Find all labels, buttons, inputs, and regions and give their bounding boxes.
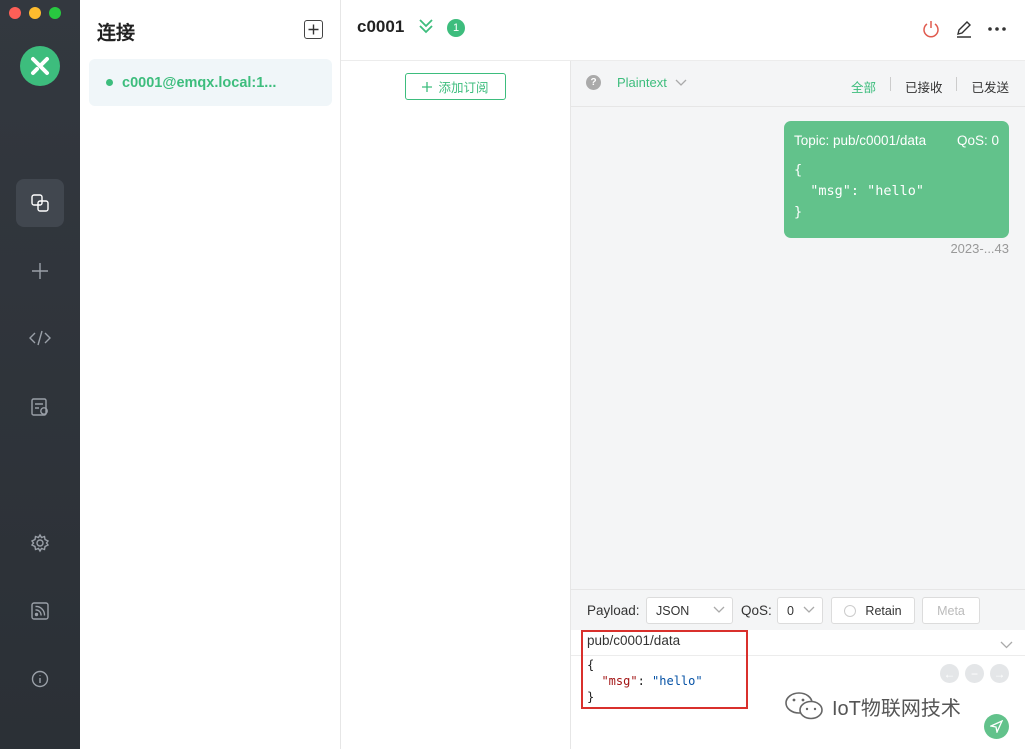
minus-icon[interactable]: − <box>965 664 984 683</box>
wechat-icon <box>785 692 823 720</box>
filter-all[interactable]: 全部 <box>837 77 876 96</box>
message-timestamp: 2023-...43 <box>950 241 1009 256</box>
connections-panel: 连接 c0001@emqx.local:1... <box>80 0 341 749</box>
highlight-annotation-box <box>581 630 748 709</box>
chevron-down-icon <box>675 79 686 86</box>
arrow-right-icon[interactable]: → <box>990 664 1009 683</box>
filter-received[interactable]: 已接收 <box>891 77 943 96</box>
help-icon[interactable]: ? <box>586 75 601 90</box>
payload-label: Payload: <box>587 603 640 618</box>
info-icon[interactable] <box>16 655 64 703</box>
code-icon[interactable] <box>16 314 64 362</box>
qos-value: 0 <box>787 603 794 618</box>
rss-icon[interactable] <box>16 587 64 635</box>
edit-pencil-icon[interactable] <box>954 19 974 44</box>
minimize-window-button[interactable] <box>29 7 41 19</box>
qos-label: QoS: <box>741 603 772 618</box>
messages-panel: ? Plaintext 全部 已接收 已发送 Topic: pub/c0001/… <box>571 61 1025 589</box>
add-subscription-button[interactable]: 添加订阅 <box>405 73 506 100</box>
meta-button[interactable]: Meta <box>922 597 980 624</box>
publish-options-bar: Payload: JSON QoS: 0 Retain Meta <box>571 590 1025 630</box>
watermark-text: IoT物联网技术 <box>832 697 961 720</box>
messages-toolbar: ? Plaintext 全部 已接收 已发送 <box>571 61 1025 107</box>
gear-icon[interactable] <box>16 519 64 567</box>
message-qos: QoS: 0 <box>956 133 999 148</box>
connections-title: 连接 <box>97 23 136 44</box>
more-options-icon[interactable] <box>987 19 1007 44</box>
radio-icon <box>844 604 857 617</box>
chevron-down-icon <box>713 606 725 613</box>
payload-format-value: Plaintext <box>617 75 667 90</box>
subscription-count-badge: 1 <box>447 19 465 37</box>
disconnect-power-icon[interactable] <box>921 19 941 44</box>
send-icon <box>990 720 1003 733</box>
app-sidebar <box>0 0 80 749</box>
close-window-button[interactable] <box>9 7 21 19</box>
zoom-window-button[interactable] <box>49 7 61 19</box>
plus-icon <box>308 24 319 35</box>
plus-icon <box>422 81 433 92</box>
payload-type-value: JSON <box>656 603 690 618</box>
payload-format-select[interactable]: Plaintext <box>617 75 687 90</box>
send-button[interactable] <box>984 714 1009 739</box>
connection-title: c0001 <box>357 17 405 36</box>
connection-name: c0001@emqx.local:1... <box>122 74 277 91</box>
message-payload: { "msg": "hello" } <box>794 162 925 220</box>
mqttx-logo-icon <box>20 46 60 86</box>
connection-header: c0001 1 <box>341 0 1025 61</box>
chevron-down-icon[interactable] <box>1000 636 1013 654</box>
collapse-chevron-icon[interactable] <box>418 17 434 40</box>
message-filter-tabs: 全部 已接收 已发送 <box>837 77 1009 96</box>
sent-message-bubble[interactable]: Topic: pub/c0001/data QoS: 0 { "msg": "h… <box>784 121 1009 238</box>
connected-status-icon <box>106 79 113 86</box>
log-icon[interactable] <box>16 383 64 431</box>
plus-icon[interactable] <box>16 247 64 295</box>
connection-item[interactable]: c0001@emqx.local:1... <box>89 59 332 106</box>
retain-label: Retain <box>865 603 902 618</box>
qos-select[interactable]: 0 <box>777 597 823 624</box>
new-connection-button[interactable] <box>304 20 323 39</box>
window-controls <box>9 7 61 19</box>
connections-icon[interactable] <box>16 179 64 227</box>
meta-label: Meta <box>937 603 965 618</box>
filter-sent[interactable]: 已发送 <box>957 77 1009 96</box>
retain-toggle[interactable]: Retain <box>831 597 915 624</box>
payload-type-select[interactable]: JSON <box>646 597 733 624</box>
subscriptions-panel: 添加订阅 <box>341 61 571 749</box>
add-subscription-label: 添加订阅 <box>438 81 489 95</box>
arrow-left-icon[interactable]: ← <box>940 664 959 683</box>
chevron-down-icon <box>803 606 815 613</box>
message-topic: Topic: pub/c0001/data <box>794 133 927 148</box>
watermark: IoT物联网技术 <box>784 690 961 722</box>
